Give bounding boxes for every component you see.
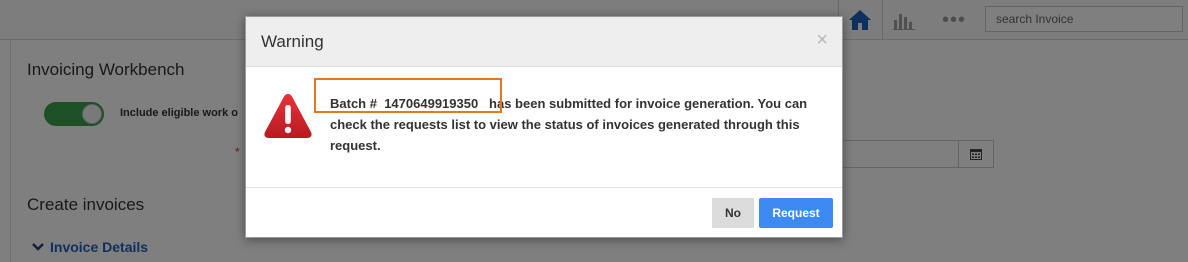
no-button[interactable]: No — [712, 198, 754, 228]
dialog-header: Warning × — [246, 17, 842, 67]
dialog-title: Warning — [261, 32, 324, 51]
dialog-footer: No Request — [246, 187, 842, 237]
request-button[interactable]: Request — [759, 198, 833, 228]
close-icon[interactable]: × — [816, 30, 828, 50]
warning-dialog: Warning × Batch # 1470649919350 has been… — [245, 16, 843, 238]
batch-highlight-box — [314, 78, 502, 113]
warning-icon — [264, 94, 312, 138]
